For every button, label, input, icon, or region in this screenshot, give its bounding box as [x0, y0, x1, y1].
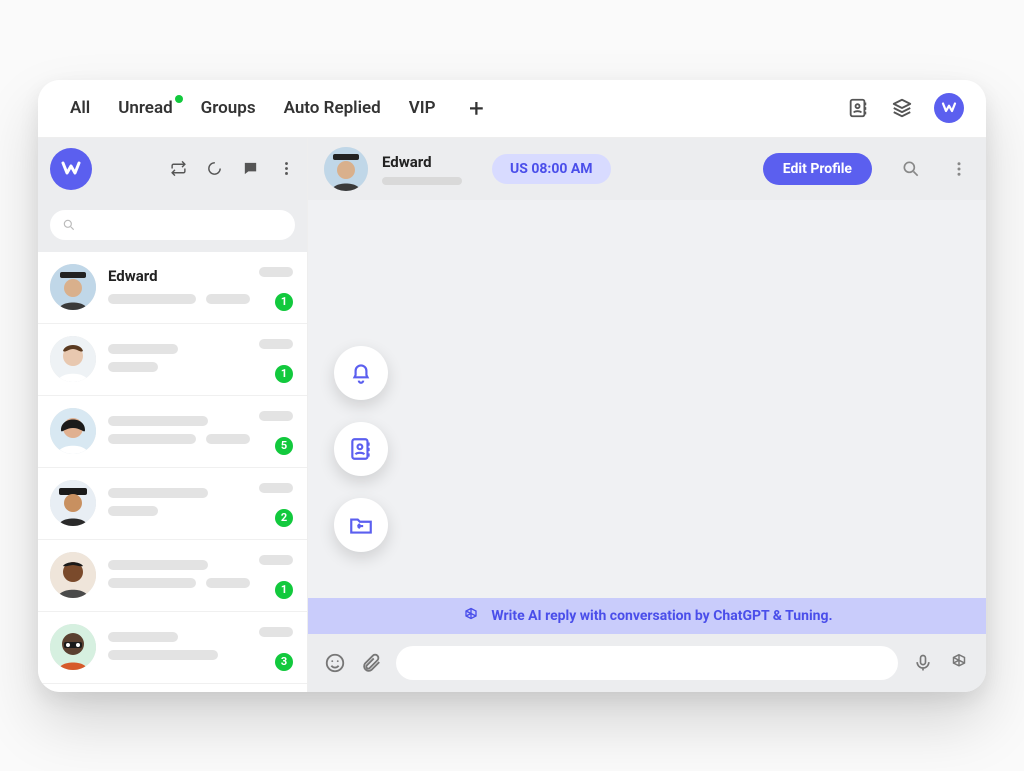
- tab-unread-label: Unread: [118, 98, 172, 118]
- avatar: [50, 264, 96, 310]
- ai-assist-icon[interactable]: [948, 652, 970, 674]
- fab-contact-card[interactable]: [334, 422, 388, 476]
- placeholder-line: [108, 416, 208, 426]
- search-in-chat-icon[interactable]: [900, 158, 922, 180]
- conversation-item[interactable]: 2: [38, 468, 307, 540]
- placeholder-line: [108, 650, 218, 660]
- chat-pane: Edward US 08:00 AM Edit Profile: [308, 138, 986, 692]
- conversation-list: Edward 1 1: [38, 252, 307, 692]
- app-body: Edward 1 1: [38, 138, 986, 692]
- chat-subtitle-placeholder: [382, 177, 462, 185]
- folder-return-icon: [348, 512, 374, 538]
- top-nav: All Unread Groups Auto Replied VIP: [38, 80, 986, 138]
- placeholder-line: [108, 506, 158, 516]
- time-placeholder: [259, 627, 293, 637]
- chat-title-block: Edward: [382, 153, 462, 185]
- sidebar: Edward 1 1: [38, 138, 308, 692]
- time-placeholder: [259, 267, 293, 277]
- avatar: [50, 552, 96, 598]
- conversation-item[interactable]: 1: [38, 540, 307, 612]
- brand-badge[interactable]: [934, 93, 964, 123]
- unread-badge: 1: [275, 365, 293, 383]
- tab-auto-replied[interactable]: Auto Replied: [284, 98, 381, 118]
- placeholder-line: [108, 578, 196, 588]
- placeholder-line: [206, 294, 250, 304]
- sidebar-header: [38, 138, 307, 200]
- chat-header: Edward US 08:00 AM Edit Profile: [308, 138, 986, 200]
- loading-circle-icon[interactable]: [205, 160, 223, 178]
- placeholder-line: [108, 488, 208, 498]
- openai-icon: [461, 606, 481, 626]
- ai-reply-banner[interactable]: Write AI reply with conversation by Chat…: [308, 598, 986, 634]
- avatar: [50, 336, 96, 382]
- placeholder-line: [206, 578, 250, 588]
- tab-vip[interactable]: VIP: [409, 98, 436, 118]
- chat-bubble-icon[interactable]: [241, 160, 259, 178]
- contacts-icon[interactable]: [846, 96, 870, 120]
- time-placeholder: [259, 483, 293, 493]
- unread-badge: 3: [275, 653, 293, 671]
- unread-badge: 5: [275, 437, 293, 455]
- edit-profile-button[interactable]: Edit Profile: [763, 153, 872, 185]
- tab-all[interactable]: All: [70, 98, 90, 118]
- placeholder-line: [108, 560, 208, 570]
- placeholder-line: [108, 344, 178, 354]
- app-logo[interactable]: [50, 148, 92, 190]
- unread-indicator-dot: [175, 95, 183, 103]
- time-placeholder: [259, 411, 293, 421]
- chat-body: [308, 200, 986, 598]
- conversation-item[interactable]: 1: [38, 324, 307, 396]
- app-window: All Unread Groups Auto Replied VIP: [38, 80, 986, 692]
- conversation-item[interactable]: 5: [38, 396, 307, 468]
- fab-archive[interactable]: [334, 498, 388, 552]
- bell-icon: [348, 360, 374, 386]
- avatar: [50, 408, 96, 454]
- sidebar-actions: [169, 160, 295, 178]
- placeholder-line: [108, 632, 178, 642]
- unread-badge: 1: [275, 581, 293, 599]
- add-tab-button[interactable]: [464, 96, 488, 120]
- attachment-icon[interactable]: [360, 652, 382, 674]
- avatar: [50, 624, 96, 670]
- chat-header-avatar[interactable]: [324, 147, 368, 191]
- sidebar-search-wrap: [38, 200, 307, 252]
- chat-contact-name: Edward: [382, 153, 462, 171]
- conversation-item[interactable]: 3: [38, 612, 307, 684]
- placeholder-line: [206, 434, 250, 444]
- unread-badge: 1: [275, 293, 293, 311]
- chat-more-icon[interactable]: [948, 158, 970, 180]
- time-placeholder: [259, 555, 293, 565]
- search-icon: [62, 218, 76, 232]
- layers-icon[interactable]: [890, 96, 914, 120]
- timezone-pill[interactable]: US 08:00 AM: [492, 154, 611, 184]
- mic-icon[interactable]: [912, 652, 934, 674]
- message-input[interactable]: [396, 646, 898, 680]
- emoji-icon[interactable]: [324, 652, 346, 674]
- more-vert-icon[interactable]: [277, 160, 295, 178]
- conversation-item[interactable]: Edward 1: [38, 252, 307, 324]
- message-composer: [308, 634, 986, 692]
- top-nav-right: [846, 93, 964, 123]
- filter-tabs: All Unread Groups Auto Replied VIP: [70, 96, 488, 120]
- ai-banner-text: Write AI reply with conversation by Chat…: [491, 608, 832, 624]
- contact-card-icon: [348, 436, 374, 462]
- fab-notifications[interactable]: [334, 346, 388, 400]
- repeat-icon[interactable]: [169, 160, 187, 178]
- unread-badge: 2: [275, 509, 293, 527]
- tab-unread[interactable]: Unread: [118, 98, 172, 118]
- placeholder-line: [108, 362, 158, 372]
- avatar: [50, 480, 96, 526]
- placeholder-line: [108, 434, 196, 444]
- placeholder-line: [108, 294, 196, 304]
- tab-groups[interactable]: Groups: [201, 98, 256, 118]
- sidebar-search[interactable]: [50, 210, 295, 240]
- time-placeholder: [259, 339, 293, 349]
